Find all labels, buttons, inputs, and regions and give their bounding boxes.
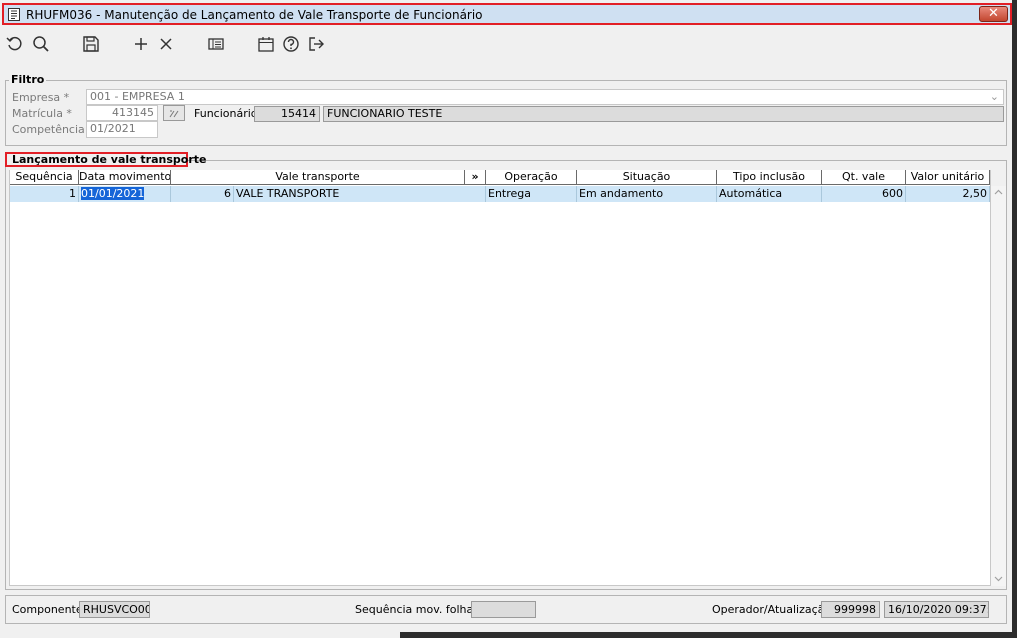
empresa-value: 001 - EMPRESA 1 [90, 90, 185, 103]
operador-field: 999998 [821, 601, 880, 618]
empresa-label: Empresa * [12, 91, 70, 104]
column-header-vale-transporte[interactable]: Vale transporte [171, 170, 465, 185]
column-header-sequencia[interactable]: Sequência [10, 170, 79, 185]
exit-icon [309, 37, 324, 51]
close-icon: ✕ [988, 6, 999, 21]
delete-button[interactable] [156, 34, 176, 54]
list-button[interactable] [206, 34, 226, 54]
chevron-down-icon: ⌄ [989, 90, 999, 103]
list-icon [208, 38, 224, 50]
lookup-icon [169, 110, 179, 118]
cell-vale-nome[interactable]: VALE TRANSPORTE [234, 186, 486, 202]
funcionario-label: Funcionário [194, 107, 258, 120]
bottom-edge [400, 632, 1017, 638]
funcionario-code-field: 15414 [254, 106, 320, 122]
sequencia-mov-folha-label: Sequência mov. folha [355, 603, 474, 616]
operador-atualizacao-label: Operador/Atualização [712, 603, 832, 616]
add-button[interactable] [131, 34, 151, 54]
lancamento-title: Lançamento de vale transporte [12, 153, 207, 166]
cell-data-movimento[interactable]: 01/01/2021 [79, 186, 171, 202]
refresh-button[interactable] [5, 34, 25, 54]
close-button[interactable]: ✕ [979, 6, 1008, 22]
competencia-input[interactable]: 01/2021 [86, 121, 158, 138]
help-button[interactable] [281, 34, 301, 54]
cell-vale-codigo[interactable]: 6 [171, 186, 234, 202]
refresh-icon [6, 36, 22, 51]
scroll-down-icon[interactable] [994, 576, 1003, 582]
save-icon [83, 36, 99, 52]
column-header-qt-vale[interactable]: Qt. vale [822, 170, 906, 185]
filtro-title: Filtro [9, 73, 47, 86]
column-expand-button[interactable]: » [465, 170, 486, 185]
column-header-tipo-inclusao[interactable]: Tipo inclusão [717, 170, 822, 185]
column-header-situacao[interactable]: Situação [577, 170, 717, 185]
help-icon [283, 36, 299, 52]
delete-icon [160, 38, 172, 50]
cell-situacao[interactable]: Em andamento [577, 186, 717, 202]
add-icon [135, 38, 147, 50]
window-edge [1012, 0, 1017, 638]
save-button[interactable] [81, 34, 101, 54]
matricula-label: Matrícula * [12, 107, 72, 120]
column-header-valor-unitario[interactable]: Valor unitário [906, 170, 990, 185]
sequencia-mov-folha-field [471, 601, 536, 618]
matricula-input[interactable]: 413145 [86, 105, 158, 121]
window-title: RHUFM036 - Manutenção de Lançamento de V… [26, 8, 483, 22]
calendar-button[interactable] [256, 34, 276, 54]
empresa-select[interactable]: 001 - EMPRESA 1 ⌄ [86, 89, 1004, 105]
grid-area [9, 170, 991, 586]
competencia-label: Competência * [12, 123, 94, 136]
scroll-up-icon[interactable] [994, 189, 1003, 195]
componente-field: RHUSVCO003 [79, 601, 150, 618]
search-icon [33, 36, 49, 52]
column-header-data-movimento[interactable]: Data movimento [79, 170, 171, 185]
cell-tipo-inclusao[interactable]: Automática [717, 186, 822, 202]
window-title-bar: RHUFM036 - Manutenção de Lançamento de V… [2, 3, 1012, 25]
cell-operacao[interactable]: Entrega [486, 186, 577, 202]
exit-button[interactable] [306, 34, 326, 54]
funcionario-name-field: FUNCIONARIO TESTE [323, 106, 1004, 122]
cell-sequencia[interactable]: 1 [10, 186, 79, 202]
calendar-icon [258, 37, 274, 52]
atualizacao-field: 16/10/2020 09:37:13 [884, 601, 989, 618]
search-button[interactable] [31, 34, 51, 54]
document-icon [8, 8, 20, 21]
bottom-strip [0, 632, 400, 638]
column-header-operacao[interactable]: Operação [486, 170, 577, 185]
cell-qt-vale[interactable]: 600 [822, 186, 906, 202]
vertical-scrollbar[interactable] [991, 186, 1006, 586]
cell-data-movimento-value: 01/01/2021 [81, 187, 145, 200]
cell-valor-unitario[interactable]: 2,50 [906, 186, 990, 202]
matricula-lookup-button[interactable] [163, 105, 185, 121]
componente-label: Componente [12, 603, 83, 616]
